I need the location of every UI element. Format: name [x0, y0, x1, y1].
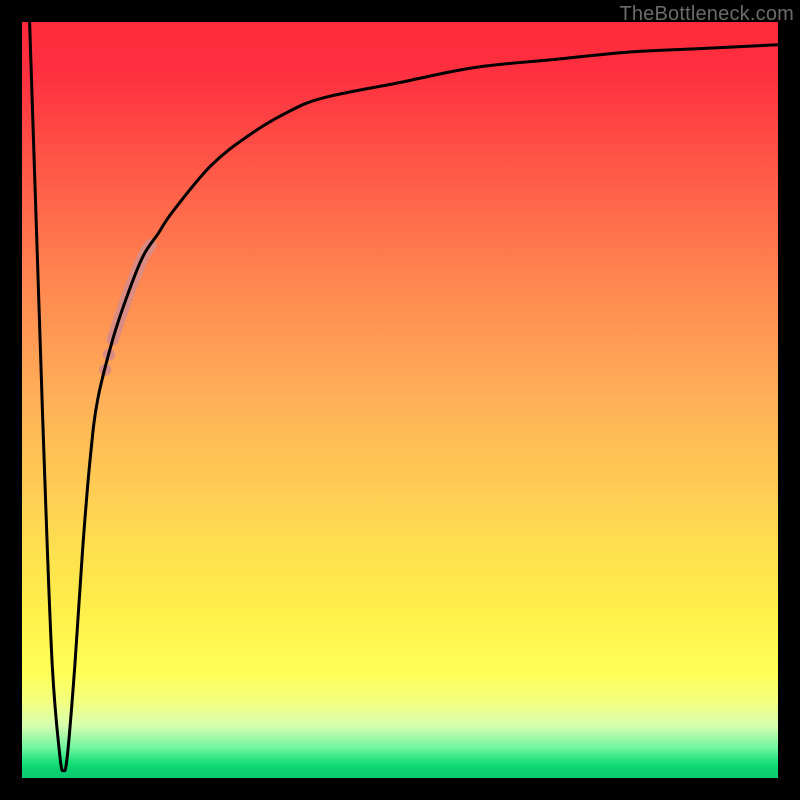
watermark-text: TheBottleneck.com	[619, 3, 794, 26]
bottleneck-curve	[30, 22, 778, 771]
chart-svg	[22, 22, 778, 778]
chart-root: TheBottleneck.com	[0, 0, 800, 800]
plot-area	[22, 22, 778, 778]
